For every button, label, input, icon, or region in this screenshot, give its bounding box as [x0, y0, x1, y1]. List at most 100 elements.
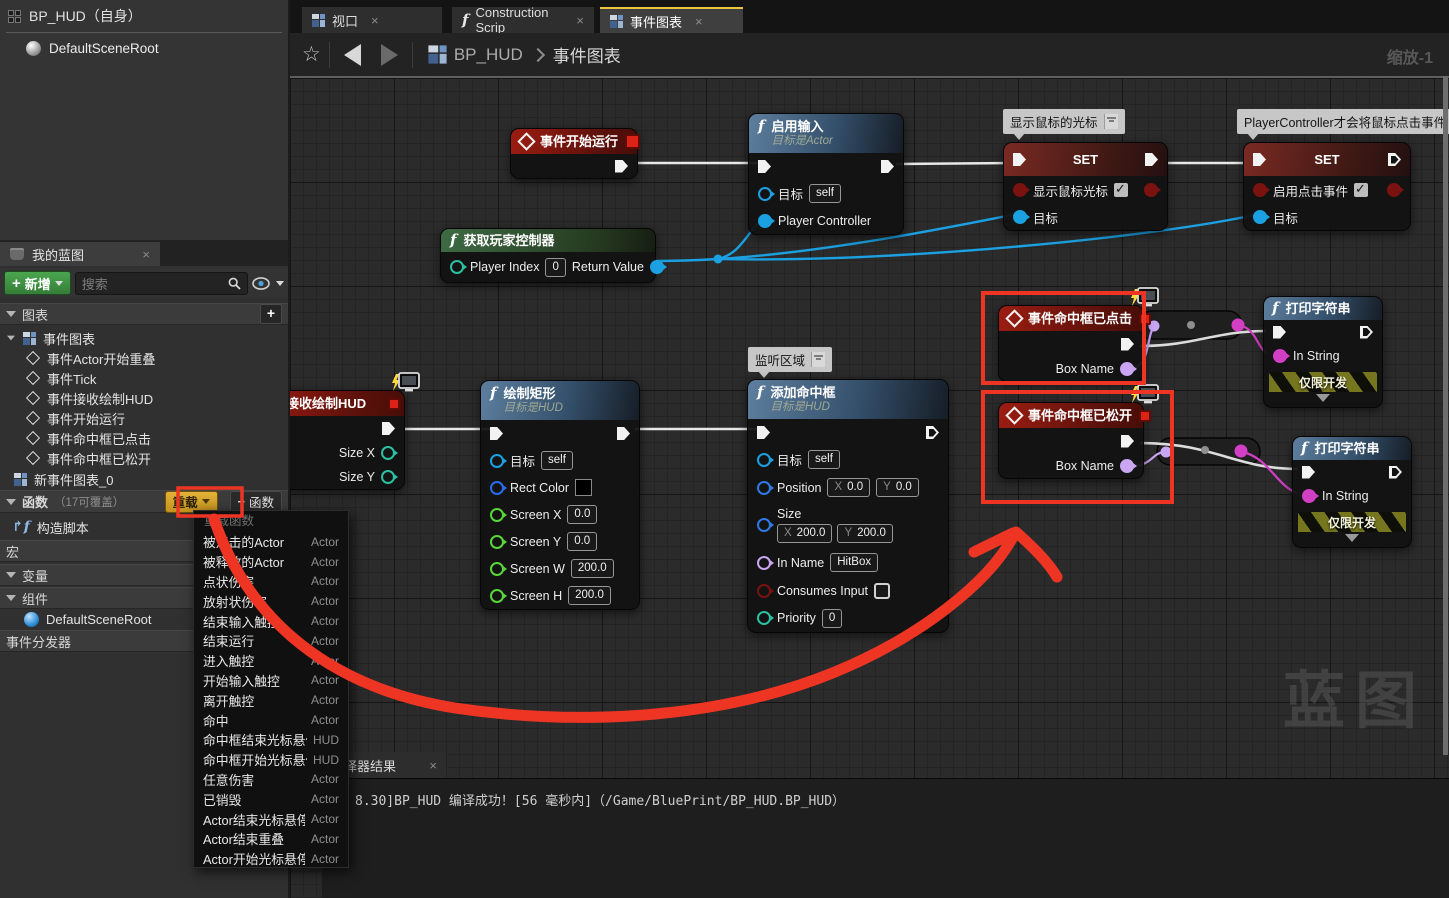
in-name-pin[interactable]: [757, 556, 771, 570]
exec-in-pin[interactable]: [1273, 326, 1286, 339]
node-set-show-mouse-cursor[interactable]: SET 显示鼠标光标 目标: [1003, 142, 1168, 231]
exec-out-pin[interactable]: [1389, 466, 1402, 479]
close-icon[interactable]: ×: [142, 247, 150, 262]
tree-item-event[interactable]: 事件命中框已点击: [0, 428, 288, 448]
triangle-expanded-icon[interactable]: [6, 311, 16, 317]
return-value-pin[interactable]: [650, 260, 664, 274]
exec-out-pin[interactable]: [1360, 326, 1373, 339]
triangle-expanded-icon[interactable]: [7, 336, 15, 341]
target-value[interactable]: self: [541, 451, 573, 470]
node-draw-rect[interactable]: f 绘制矩形 目标是HUD 目标 self Rect Color Sc: [480, 380, 640, 610]
add-graph-button[interactable]: +: [260, 304, 282, 324]
bool-pin[interactable]: [1253, 183, 1267, 197]
box-name-pin[interactable]: [1120, 459, 1134, 473]
triangle-expanded-icon[interactable]: [6, 499, 16, 505]
menu-item-override-function[interactable]: 离开触控 Actor: [194, 690, 348, 710]
menu-item-override-function[interactable]: 命中框结束光标悬停 HUD: [194, 730, 348, 750]
priority-pin[interactable]: [757, 611, 771, 625]
tree-item-event[interactable]: 事件Actor开始重叠: [0, 348, 288, 368]
expand-arrow-icon[interactable]: [1345, 534, 1359, 542]
exec-out-pin[interactable]: [881, 160, 894, 173]
close-icon[interactable]: ×: [695, 14, 703, 29]
position-x-value[interactable]: 0.0: [847, 481, 863, 493]
node-event-hitbox-release[interactable]: 事件命中框已松开 Box Name: [998, 402, 1144, 479]
menu-item-override-function[interactable]: 结束运行 Actor: [194, 631, 348, 651]
pin-comment-icon[interactable]: [1104, 114, 1118, 129]
close-icon[interactable]: ×: [429, 758, 437, 773]
node-get-player-controller[interactable]: f 获取玩家控制器 Player Index 0 Return Value: [440, 228, 656, 283]
target-pin[interactable]: [1013, 210, 1027, 224]
tab-my-blueprint[interactable]: 我的蓝图 ×: [0, 242, 160, 266]
tree-item-new-graph[interactable]: 新事件图表_0: [0, 469, 288, 489]
exec-in-pin[interactable]: [1013, 153, 1026, 166]
node-event-beginplay[interactable]: 事件开始运行: [510, 128, 638, 179]
exec-out-pin[interactable]: [926, 426, 939, 439]
breadcrumb-root[interactable]: BP_HUD: [454, 45, 523, 65]
checkbox-checked[interactable]: [1114, 183, 1128, 197]
menu-item-override-function[interactable]: Actor开始光标悬停 Actor: [194, 849, 348, 869]
target-pin[interactable]: [758, 187, 772, 201]
exec-out-pin[interactable]: [1121, 338, 1134, 351]
float-pin[interactable]: [490, 562, 504, 576]
position-pin[interactable]: [757, 481, 771, 495]
in-name-value[interactable]: HitBox: [830, 553, 878, 572]
bool-pin[interactable]: [1013, 183, 1027, 197]
menu-item-override-function[interactable]: Actor结束光标悬停 Actor: [194, 809, 348, 829]
exec-in-pin[interactable]: [490, 427, 503, 440]
tab-event-graph[interactable]: 事件图表 ×: [600, 7, 743, 33]
pin-value[interactable]: 0.0: [567, 532, 597, 551]
tree-item-event-graph[interactable]: 事件图表: [0, 328, 288, 348]
exec-out-pin[interactable]: [382, 422, 395, 435]
node-print-string[interactable]: f 打印字符串 In String 仅限开发: [1292, 436, 1412, 548]
exec-in-pin[interactable]: [1253, 153, 1266, 166]
node-comment[interactable]: 监听区域: [748, 347, 832, 372]
size-pin[interactable]: [757, 518, 771, 532]
back-icon[interactable]: [344, 44, 361, 66]
exec-out-pin[interactable]: [1145, 153, 1158, 166]
tree-item-event[interactable]: 事件开始运行: [0, 408, 288, 428]
menu-item-override-function[interactable]: 命中框开始光标悬停 HUD: [194, 750, 348, 770]
float-pin[interactable]: [490, 508, 504, 522]
node-comment[interactable]: 显示鼠标的光标: [1003, 109, 1125, 134]
in-string-pin[interactable]: [1302, 489, 1316, 503]
menu-item-override-function[interactable]: 放射状伤害 Actor: [194, 591, 348, 611]
pin-value[interactable]: 200.0: [571, 559, 614, 578]
menu-item-override-function[interactable]: 任意伤害 Actor: [194, 770, 348, 790]
menu-item-override-function[interactable]: 开始输入触控 Actor: [194, 671, 348, 691]
exec-in-pin[interactable]: [758, 160, 771, 173]
tree-item-event[interactable]: 事件接收绘制HUD: [0, 388, 288, 408]
exec-out-pin[interactable]: [615, 160, 628, 173]
add-new-button[interactable]: + 新增: [4, 271, 71, 295]
exec-out-pin[interactable]: [1121, 435, 1134, 448]
component-item-scene-root[interactable]: DefaultSceneRoot: [0, 35, 288, 60]
in-string-pin[interactable]: [1273, 349, 1287, 363]
exec-out-pin[interactable]: [1388, 153, 1401, 166]
menu-item-override-function[interactable]: 结束输入触控 Actor: [194, 611, 348, 631]
position-y-value[interactable]: 0.0: [896, 481, 912, 493]
size-x-value[interactable]: 200.0: [797, 527, 826, 539]
exec-in-pin[interactable]: [757, 426, 770, 439]
node-print-string[interactable]: f 打印字符串 In String 仅限开发: [1263, 296, 1383, 408]
player-controller-pin[interactable]: [758, 214, 772, 228]
size-y-value[interactable]: 200.0: [857, 527, 886, 539]
size-x-pin[interactable]: [381, 446, 395, 460]
close-icon[interactable]: ×: [576, 13, 584, 28]
menu-item-override-function[interactable]: 被点击的Actor Actor: [194, 532, 348, 552]
box-name-pin[interactable]: [1120, 362, 1134, 376]
size-y-pin[interactable]: [381, 470, 395, 484]
eye-filter-icon[interactable]: [252, 277, 272, 290]
exec-in-pin[interactable]: [1302, 466, 1315, 479]
checkbox-unchecked[interactable]: [874, 583, 890, 599]
player-index-pin[interactable]: [450, 260, 464, 274]
tree-item-event[interactable]: 事件Tick: [0, 368, 288, 388]
pin-value[interactable]: 200.0: [568, 586, 611, 605]
menu-item-override-function[interactable]: Actor结束重叠 Actor: [194, 829, 348, 849]
expand-arrow-icon[interactable]: [1316, 394, 1330, 402]
rect-color-pin[interactable]: [490, 481, 504, 495]
section-graphs[interactable]: 图表 +: [0, 303, 288, 325]
bool-out-pin[interactable]: [1387, 183, 1401, 197]
chevron-down-icon[interactable]: [276, 281, 284, 286]
search-input[interactable]: 搜索: [75, 272, 248, 295]
menu-item-override-function[interactable]: 进入触控 Actor: [194, 651, 348, 671]
float-pin[interactable]: [490, 535, 504, 549]
